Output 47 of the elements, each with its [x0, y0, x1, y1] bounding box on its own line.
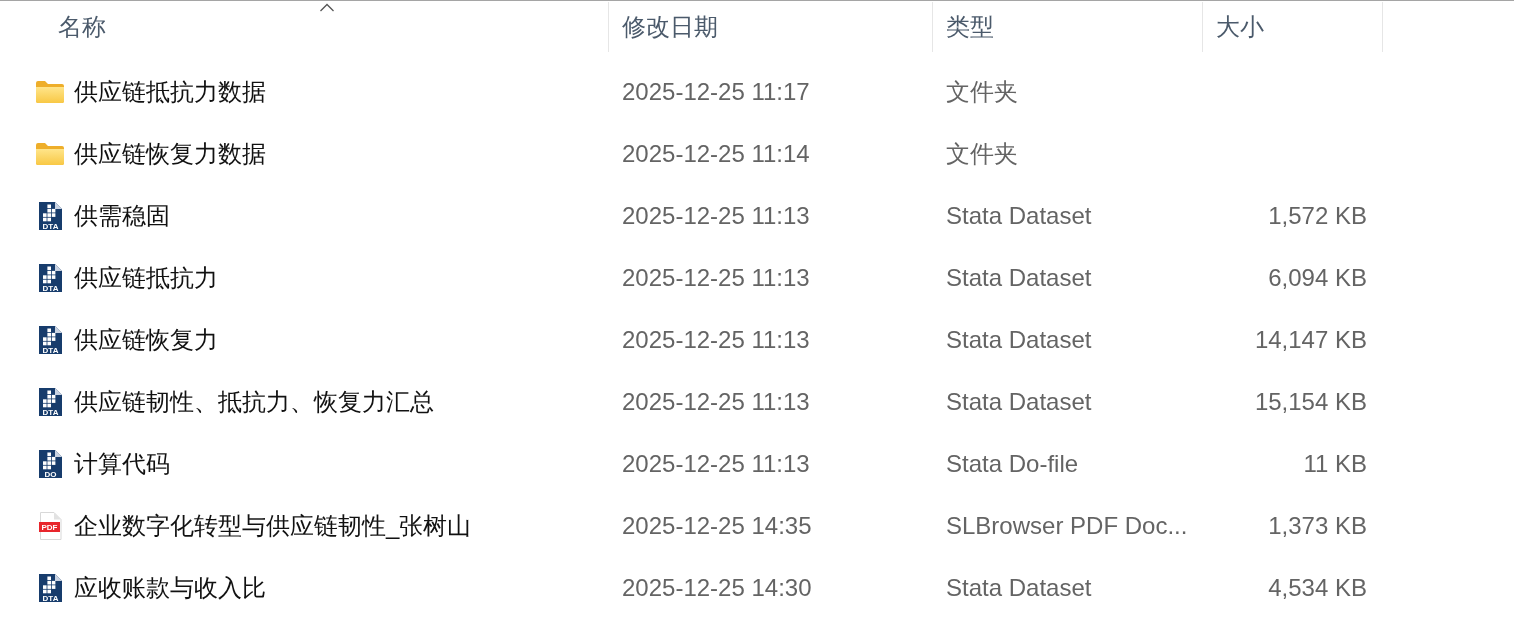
file-size: 1,373 KB [1268, 512, 1367, 540]
grid-document-icon: DTA [38, 202, 62, 230]
modified-date: 2025-12-25 14:30 [622, 574, 812, 602]
file-type: Stata Dataset [946, 326, 1092, 354]
file-type: Stata Dataset [946, 202, 1092, 230]
grid-document-icon: DO [38, 450, 62, 478]
folder-icon [36, 81, 64, 103]
file-name[interactable]: 供应链抵抗力数据 [74, 76, 266, 108]
file-size: 14,147 KB [1254, 326, 1367, 354]
column-header[interactable]: 修改日期 [609, 2, 933, 52]
modified-date: 2025-12-25 11:13 [622, 202, 810, 230]
modified-date: 2025-12-25 11:17 [622, 78, 810, 106]
file-name[interactable]: 供应链恢复力数据 [74, 138, 266, 170]
column-header[interactable]: 名称 [45, 2, 609, 52]
file-type: Stata Dataset [946, 388, 1092, 416]
file-size: 11 KB [1303, 450, 1367, 478]
column-header[interactable]: 大小 [1203, 2, 1383, 52]
file-type: 文件夹 [946, 77, 1018, 107]
file-name[interactable]: 供应链抵抗力 [74, 262, 218, 294]
file-size: 6,094 KB [1268, 264, 1367, 292]
modified-date: 2025-12-25 11:13 [622, 326, 810, 354]
file-type: Stata Dataset [946, 574, 1092, 602]
pdf-document-icon: PDF [38, 512, 62, 540]
file-size: 1,572 KB [1268, 202, 1367, 230]
modified-date: 2025-12-25 11:13 [622, 388, 810, 416]
file-name[interactable]: 供应链韧性、抵抗力、恢复力汇总 [74, 386, 434, 418]
file-type: Stata Dataset [946, 264, 1092, 292]
grid-document-icon: DTA [38, 574, 62, 602]
grid-document-icon: DTA [38, 264, 62, 292]
file-name[interactable]: 供需稳固 [74, 200, 170, 232]
file-size: 4,534 KB [1268, 574, 1367, 602]
modified-date: 2025-12-25 14:35 [622, 512, 812, 540]
grid-document-icon: DTA [38, 326, 62, 354]
file-size: 15,154 KB [1254, 388, 1367, 416]
modified-date: 2025-12-25 11:14 [622, 140, 810, 168]
folder-icon [36, 143, 64, 165]
file-name[interactable]: 供应链恢复力 [74, 324, 218, 356]
file-type: Stata Do-file [946, 450, 1079, 478]
modified-date: 2025-12-25 11:13 [622, 450, 810, 478]
file-name[interactable]: 应收账款与收入比 [74, 572, 266, 604]
column-header[interactable]: 类型 [933, 2, 1203, 52]
file-name[interactable]: 企业数字化转型与供应链韧性_张树山 [74, 510, 472, 542]
file-type: 文件夹 [946, 139, 1018, 169]
file-type: SLBrowser PDF Doc... [946, 512, 1188, 540]
modified-date: 2025-12-25 11:13 [622, 264, 810, 292]
grid-document-icon: DTA [38, 388, 62, 416]
file-name[interactable]: 计算代码 [74, 448, 170, 480]
